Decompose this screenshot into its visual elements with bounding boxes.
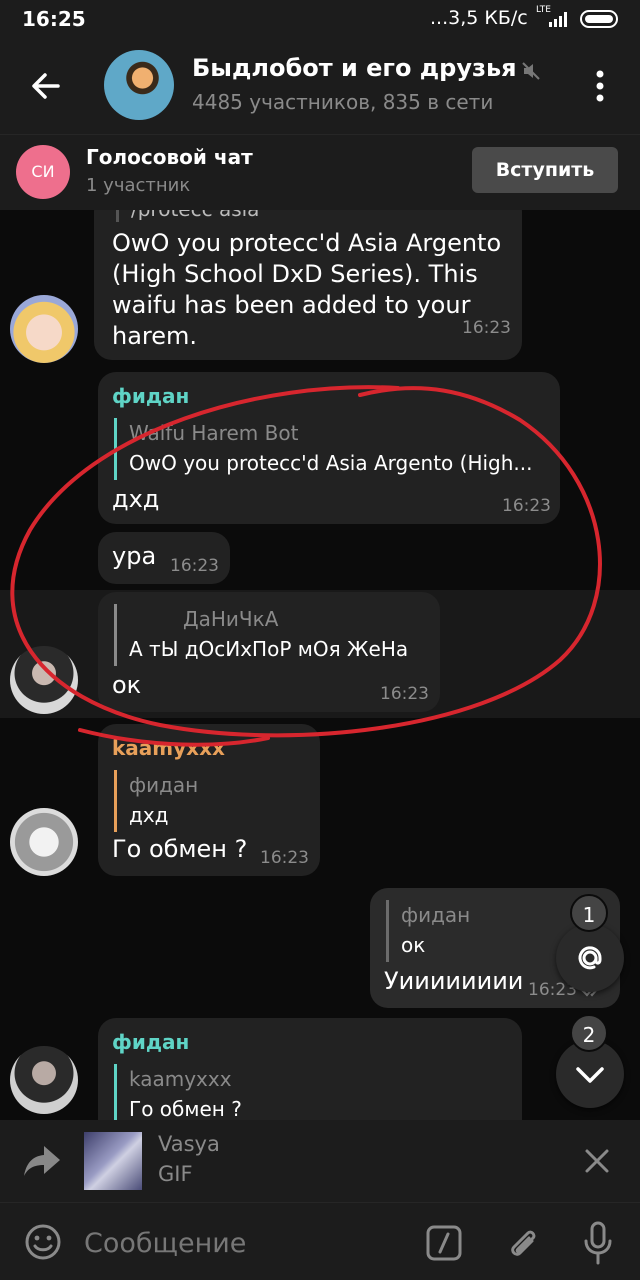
voice-chat-bar[interactable]: СИ Голосовой чат 1 участник Вступить: [0, 134, 640, 210]
network-speed: ...3,5 КБ/с: [430, 7, 528, 29]
message-bubble[interactable]: фидан kaamyxxx Го обмен ?: [98, 1018, 522, 1120]
muted-icon: [522, 62, 540, 80]
group-title[interactable]: Быдлобот и его друзья: [192, 54, 517, 82]
group-members-count: 4485 участников, 835 в сети: [192, 90, 494, 114]
message-time: 16:23: [260, 848, 309, 868]
message-text: Уииииииии: [384, 967, 524, 995]
bot-commands-icon[interactable]: [426, 1225, 462, 1261]
chat-header: Быдлобот и его друзья 4485 участников, 8…: [0, 38, 640, 134]
chevron-down-icon: [576, 1067, 604, 1083]
voice-chat-avatar: СИ: [16, 145, 70, 199]
gif-thumbnail: [84, 1132, 142, 1190]
status-time: 16:25: [22, 7, 86, 31]
microphone-icon[interactable]: [582, 1221, 614, 1265]
mention-button[interactable]: [556, 924, 624, 992]
message-time: 16:23: [462, 318, 511, 338]
message-input[interactable]: [84, 1223, 394, 1263]
more-menu-icon[interactable]: [588, 66, 612, 106]
message-list[interactable]: /protecc asia OwO you protecc'd Asia Arg…: [0, 210, 640, 1120]
message-text: Го обмен ?: [112, 835, 248, 863]
back-arrow-icon[interactable]: [26, 66, 66, 106]
message-composer: [0, 1202, 640, 1280]
mention-count-badge: 1: [570, 894, 608, 932]
emoji-icon[interactable]: [24, 1223, 62, 1261]
unread-count-badge: 2: [570, 1014, 608, 1052]
avatar[interactable]: [10, 295, 78, 363]
join-voice-chat-button[interactable]: Вступить: [472, 147, 618, 193]
forward-bar[interactable]: Vasya GIF: [0, 1120, 640, 1202]
close-icon[interactable]: [584, 1148, 610, 1174]
avatar[interactable]: [10, 1046, 78, 1114]
annotation-circle: [10, 385, 602, 747]
message-text: OwO you protecc'd Asia Argento (High Sch…: [112, 229, 502, 350]
voice-chat-title: Голосовой чат: [86, 145, 253, 169]
forward-arrow-icon: [24, 1146, 60, 1176]
group-avatar[interactable]: [104, 50, 174, 120]
attach-icon[interactable]: [504, 1223, 542, 1263]
status-bar: 16:25 ...3,5 КБ/с LTE: [0, 0, 640, 38]
signal-icon: [549, 12, 567, 27]
forward-media-type: GIF: [158, 1162, 193, 1186]
reply-quote: /protecc asia: [116, 210, 259, 222]
sender-name[interactable]: фидан: [112, 1030, 189, 1054]
reply-quote[interactable]: фидан дхд: [114, 770, 310, 832]
at-sign-icon: [578, 946, 602, 970]
voice-chat-participants: 1 участник: [86, 175, 191, 196]
reply-quote[interactable]: kaamyxxx Го обмен ?: [114, 1064, 510, 1120]
avatar[interactable]: [10, 808, 78, 876]
forward-author: Vasya: [158, 1132, 220, 1156]
battery-icon: [580, 10, 618, 28]
message-bubble[interactable]: /protecc asia OwO you protecc'd Asia Arg…: [94, 210, 522, 360]
